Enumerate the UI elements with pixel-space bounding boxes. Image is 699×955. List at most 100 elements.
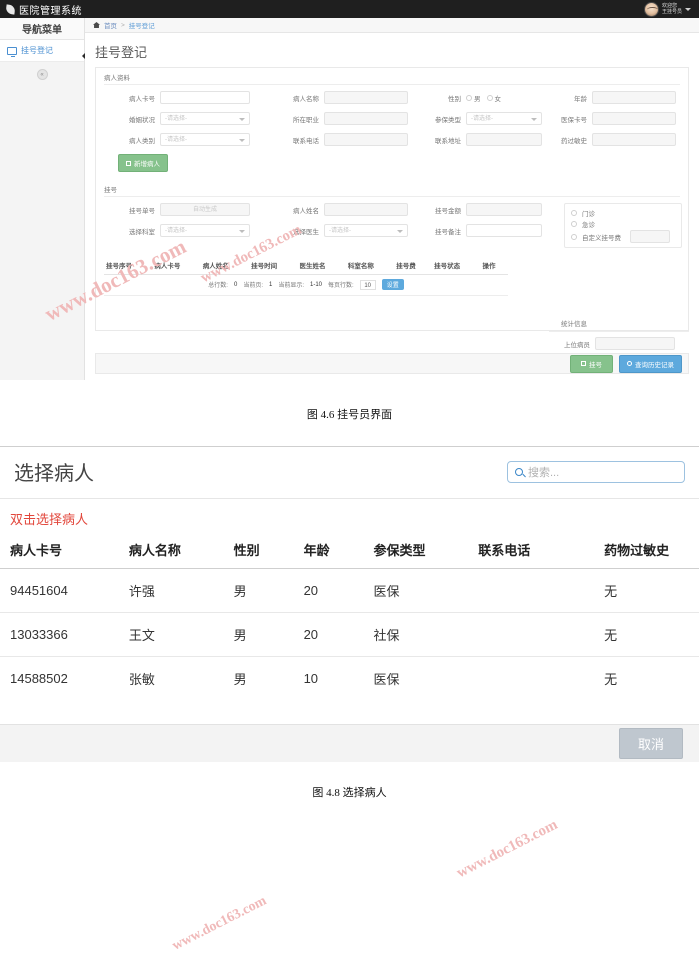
input-allergy[interactable]: [592, 133, 676, 146]
cell-insurance: 医保: [363, 568, 469, 613]
patient-table: 病人卡号 病人名称 性别 年龄 参保类型 联系电话 药物过敏史 94451604…: [0, 536, 699, 700]
input-register-patient-name[interactable]: [324, 203, 408, 216]
th-operation: 操作: [480, 256, 508, 275]
pager-total-value: 0: [233, 281, 238, 288]
select-department[interactable]: -请选择-: [160, 224, 250, 237]
sidebar-title: 导航菜单: [0, 18, 84, 40]
cell-sex: 男: [223, 612, 294, 657]
input-patient-card[interactable]: [160, 91, 250, 104]
table-row[interactable]: 94451604 许强 男 20 医保 无: [0, 568, 699, 613]
input-register-no[interactable]: 自动生成: [160, 203, 250, 216]
radio-gender-male[interactable]: [466, 94, 472, 101]
input-occupation[interactable]: [324, 112, 408, 125]
label-register-no: 挂号单号: [129, 207, 155, 215]
label-gender: 性别: [448, 95, 461, 103]
patient-section-rule: [104, 84, 680, 85]
field-patient-card: 病人卡号: [102, 91, 272, 104]
th-register-time: 挂号时间: [249, 256, 298, 275]
patient-row-3: 病人类别 -请选择- 联系电话 联系地址 药过敏史: [96, 133, 688, 146]
radio-outpatient[interactable]: [571, 210, 577, 216]
cell-card: 14588502: [10, 671, 68, 686]
input-age[interactable]: [592, 91, 676, 104]
label-marital-status: 婚姻状况: [129, 116, 155, 124]
field-occupation: 所在职业: [272, 112, 432, 125]
label-occupation: 所在职业: [293, 116, 319, 124]
input-patient-name[interactable]: [324, 91, 408, 104]
register-rows: 挂号单号 自动生成 病人姓名 挂号金额 选择科室 -请选择- 选择医生 -请选择…: [96, 203, 688, 248]
th-name: 病人名称: [118, 536, 224, 569]
register-submit-button[interactable]: 挂号: [570, 354, 613, 373]
select-insurance-type[interactable]: -请选择-: [466, 112, 542, 125]
radio-custom-fee[interactable]: [571, 233, 577, 240]
field-register-no: 挂号单号 自动生成: [102, 203, 272, 216]
pagination-bar: 总行数: 0 当前页: 1 当前显示: 1-10 每页行数: 10 设置: [104, 275, 508, 296]
input-register-remark[interactable]: [466, 224, 542, 237]
watermark-3: www.doc163.com: [454, 816, 561, 882]
breadcrumb-current: 挂号登记: [128, 23, 155, 30]
monitor-icon: [7, 46, 17, 57]
sidebar-collapse-button[interactable]: «: [36, 69, 48, 80]
input-insurance-card[interactable]: [592, 112, 676, 125]
input-custom-fee[interactable]: [630, 230, 670, 243]
pager-perpage-input[interactable]: 10: [359, 279, 376, 290]
field-gender: 性别 男 女: [432, 93, 552, 103]
input-address[interactable]: [466, 133, 542, 146]
cell-phone: [468, 657, 594, 701]
search-box[interactable]: 搜索...: [507, 460, 685, 483]
fee-option-custom[interactable]: 自定义挂号费: [571, 230, 675, 243]
label-gender-male: 男: [474, 95, 481, 103]
register-row-2: 选择科室 -请选择- 选择医生 -请选择- 挂号备注: [102, 224, 564, 237]
field-insurance-type: 参保类型 -请选择-: [432, 112, 552, 125]
patient-table-header-row: 病人卡号 病人名称 性别 年龄 参保类型 联系电话 药物过敏史: [0, 536, 699, 569]
page-title: 挂号登记: [95, 45, 148, 60]
field-department: 选择科室 -请选择-: [102, 224, 272, 237]
input-register-fee[interactable]: [466, 203, 542, 216]
breadcrumb-home[interactable]: 首页: [104, 20, 117, 30]
add-patient-button[interactable]: 新增病人: [118, 154, 168, 172]
user-menu[interactable]: 欢迎您 王挂号员: [643, 1, 693, 17]
search-input[interactable]: 搜索...: [528, 464, 559, 480]
pager-set-button[interactable]: 设置: [381, 279, 404, 290]
main-content: 首页 > 挂号登记 挂号登记 病人资料 病人卡号 病人名称 性别 男 女 年龄 …: [85, 18, 699, 380]
field-insurance-card: 医保卡号: [552, 112, 682, 125]
radio-emergency[interactable]: [571, 221, 577, 227]
cell-card: 13033366: [0, 612, 119, 657]
check-icon: [581, 361, 586, 366]
chevron-down-icon[interactable]: [685, 7, 691, 11]
add-patient-label: 新增病人: [134, 161, 160, 168]
cancel-button[interactable]: 取消: [618, 728, 683, 759]
th-status: 挂号状态: [432, 256, 481, 275]
select-marital-status[interactable]: -请选择-: [160, 112, 250, 125]
label-custom-fee: 自定义挂号费: [582, 234, 621, 242]
th-patient-name: 病人姓名: [200, 256, 250, 275]
fee-option-emergency[interactable]: 急诊: [571, 219, 675, 229]
th-phone: 联系电话: [468, 536, 595, 569]
select-patient-category[interactable]: -请选择-: [160, 133, 250, 146]
sidebar-item-registration[interactable]: 挂号登记: [0, 40, 84, 62]
breadcrumb: 首页 > 挂号登记: [85, 18, 699, 33]
field-address: 联系地址: [432, 133, 552, 146]
history-query-button[interactable]: 查询历史记录: [619, 354, 682, 373]
field-patient-category: 病人类别 -请选择-: [102, 133, 272, 146]
select-doctor[interactable]: -请选择-: [324, 224, 408, 237]
th-card: 病人卡号: [0, 536, 119, 569]
edit-icon: [126, 160, 131, 166]
input-phone[interactable]: [324, 133, 408, 146]
radio-gender-female[interactable]: [486, 94, 493, 101]
label-register-patient-name: 病人姓名: [293, 207, 319, 215]
select-patient-footer: 取消: [0, 724, 699, 762]
label-patient-card: 病人卡号: [129, 95, 155, 103]
app-topbar: 医院管理系统 欢迎您 王挂号员: [0, 0, 699, 18]
input-previous-patient[interactable]: [595, 337, 675, 350]
fee-option-outpatient[interactable]: 门诊: [571, 208, 675, 218]
register-row-1: 挂号单号 自动生成 病人姓名 挂号金额: [102, 203, 564, 216]
register-section-title: 挂号: [104, 187, 117, 194]
table-bottom-spacer: [0, 700, 699, 724]
table-row[interactable]: 14588502 张敏 男 10 医保 无: [0, 657, 699, 701]
th-fee: 挂号费: [394, 256, 433, 275]
table-row[interactable]: 13033366 王文 男 20 社保 无: [0, 612, 699, 657]
cell-sex: 男: [233, 672, 247, 687]
field-register-fee: 挂号金额: [432, 203, 552, 216]
home-icon[interactable]: [93, 22, 100, 28]
label-age: 年龄: [574, 95, 587, 103]
